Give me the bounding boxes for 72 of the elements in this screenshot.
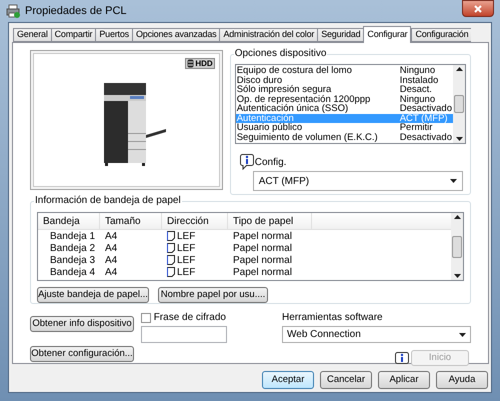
- info-icon: [240, 154, 254, 170]
- column-header[interactable]: Tipo de papel: [228, 213, 312, 229]
- option-row[interactable]: Op. de representación 1200ppp Ninguno: [236, 94, 453, 104]
- group-title: Información de bandeja de papel: [34, 195, 182, 207]
- printer-icon: [6, 4, 20, 18]
- page-icon: [167, 267, 175, 277]
- tray-button[interactable]: Nombre papel por usu....: [158, 287, 268, 303]
- scroll-up-icon[interactable]: [456, 67, 462, 71]
- config-dropdown[interactable]: ACT (MFP): [252, 171, 463, 191]
- table-cell-text: A4: [104, 242, 118, 256]
- option-row[interactable]: Autenticación única (SSO) Desactivado: [236, 104, 453, 114]
- table-cell-text: LEF: [177, 254, 196, 268]
- tab[interactable]: Puertos: [95, 28, 132, 42]
- group-title: Opciones dispositivo: [234, 48, 328, 60]
- table-cell-text: A4: [104, 254, 118, 268]
- config-label: Config.: [254, 156, 286, 170]
- table-cell-text: LEF: [177, 242, 196, 256]
- passphrase-checkbox[interactable]: [140, 312, 151, 322]
- table-cell-text: Papel normal: [232, 230, 293, 244]
- hdd-label: HDD: [195, 59, 213, 68]
- get-info-button[interactable]: Obtener info dispositivo: [30, 316, 134, 332]
- column-header[interactable]: Tamaño: [100, 213, 162, 229]
- table-cell-text: Bandeja 1: [49, 230, 96, 244]
- window-title: Propiedades de PCL: [25, 4, 127, 19]
- table-cell-text: Bandeja 4: [49, 266, 96, 280]
- close-icon: [474, 4, 482, 12]
- page-icon: [167, 231, 175, 241]
- dialog-button[interactable]: Aceptar: [262, 371, 314, 389]
- option-row[interactable]: Seguimiento de volumen (E.K.C.) Desactivado: [236, 132, 453, 142]
- table-cell-text: Papel normal: [232, 242, 293, 256]
- table-cell-text: LEF: [177, 266, 196, 280]
- tab[interactable]: Configurar: [363, 26, 412, 43]
- close-button[interactable]: [462, 0, 494, 17]
- tab[interactable]: Configuración: [411, 28, 472, 42]
- dialog-button[interactable]: Aplicar: [378, 371, 430, 389]
- tray-button[interactable]: Ajuste bandeja de papel...: [37, 287, 149, 303]
- option-row[interactable]: Equipo de costura del lomo Ninguno: [236, 66, 453, 76]
- scroll-thumb[interactable]: [454, 95, 464, 113]
- option-row[interactable]: Sólo impresión segura Desact.: [236, 85, 453, 94]
- tab[interactable]: Compartir: [50, 28, 96, 42]
- table-cell-text: Bandeja 2: [49, 242, 96, 256]
- tab[interactable]: Administración del color: [219, 28, 318, 42]
- table-cell-text: A4: [104, 266, 118, 280]
- scrollbar[interactable]: [453, 65, 465, 143]
- table-cell-text: A4: [104, 230, 118, 244]
- table-cell-text: LEF: [177, 230, 196, 244]
- dialog-button[interactable]: Cancelar: [320, 371, 372, 389]
- software-tools-label: Herramientas software: [282, 311, 384, 325]
- option-row[interactable]: Disco duro Instalado: [236, 76, 453, 85]
- tab[interactable]: General: [13, 28, 51, 42]
- table-cell-text: Bandeja 3: [49, 254, 96, 268]
- dropdown-arrow-icon: [450, 179, 457, 183]
- page-icon: [167, 243, 175, 253]
- option-row[interactable]: Usuario público Permitir: [236, 123, 453, 132]
- passphrase-field[interactable]: [140, 326, 227, 343]
- column-header[interactable]: Bandeja: [38, 213, 100, 229]
- dropdown-arrow-icon: [459, 332, 466, 336]
- scroll-thumb[interactable]: [452, 236, 462, 258]
- scroll-up-icon[interactable]: [454, 215, 460, 219]
- software-dropdown[interactable]: Web Connection: [282, 326, 471, 343]
- scroll-down-icon[interactable]: [454, 274, 460, 278]
- page-icon: [167, 255, 175, 265]
- tab[interactable]: Seguridad: [317, 28, 364, 42]
- passphrase-label: Frase de cifrado: [154, 311, 226, 325]
- get-config-button[interactable]: Obtener configuración...: [30, 346, 134, 362]
- column-header[interactable]: Dirección: [162, 213, 228, 229]
- tab[interactable]: Opciones avanzadas: [132, 28, 220, 42]
- scroll-down-icon[interactable]: [456, 137, 462, 141]
- table-cell-text: Papel normal: [232, 266, 293, 280]
- scrollbar[interactable]: [451, 213, 463, 280]
- table-cell-text: Papel normal: [232, 254, 293, 268]
- dialog-button[interactable]: Ayuda: [436, 371, 488, 389]
